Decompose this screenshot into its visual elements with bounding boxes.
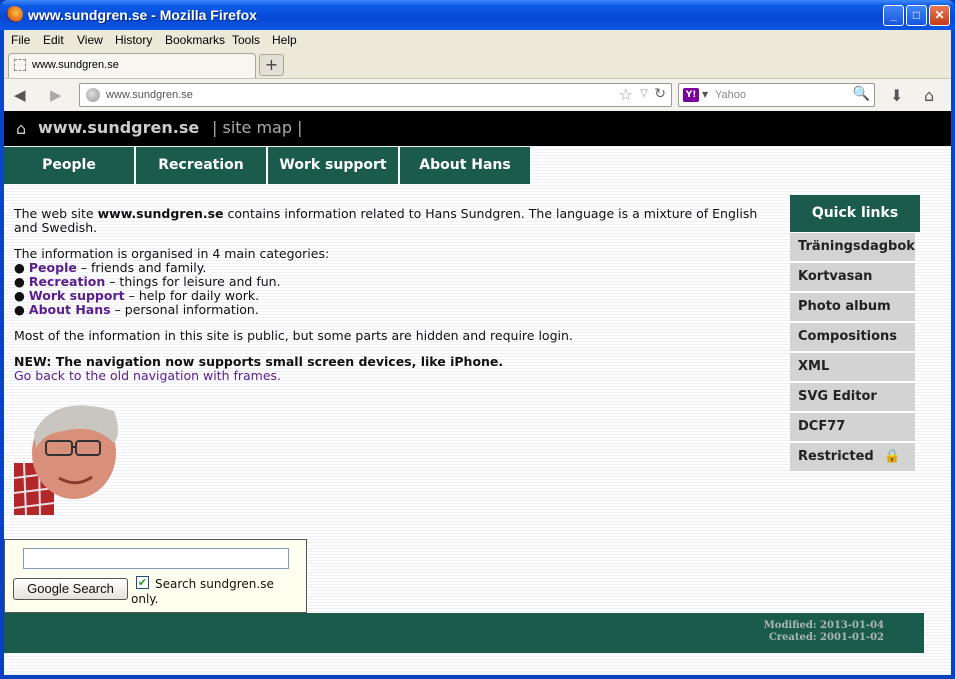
nav-people[interactable]: People [4, 147, 134, 184]
nav-about-hans[interactable]: About Hans [400, 147, 530, 184]
modified-date: Modified: 2013-01-04 [763, 620, 884, 631]
menu-tools[interactable]: Tools [232, 33, 260, 47]
history-dropdown-icon[interactable]: ▽ [640, 88, 648, 99]
footer-dates: Modified: 2013-01-04 Created: 2001-01-02 [764, 620, 884, 644]
menu-bookmarks[interactable]: Bookmarks [165, 33, 225, 47]
address-bar[interactable]: www.sundgren.se ☆ ▽ ↻ [79, 83, 672, 107]
category-item: ● Recreation – things for leisure and fu… [14, 274, 281, 289]
intro-text-pre: The web site [14, 206, 98, 221]
home-icon[interactable]: ⌂ [924, 86, 934, 105]
search-engine-bar[interactable]: Y! ▼ Yahoo 🔍 [678, 83, 875, 107]
news-block: NEW: The navigation now supports small s… [14, 355, 774, 383]
category-desc: – friends and family. [76, 260, 207, 275]
category-link-recreation[interactable]: Recreation [29, 274, 105, 289]
new-tab-button[interactable]: + [259, 54, 284, 76]
quick-links-heading: Quick links [790, 195, 920, 232]
address-url: www.sundgren.se [106, 89, 193, 101]
search-engine-placeholder: Yahoo [715, 89, 746, 101]
tab-sundgren[interactable]: www.sundgren.se [8, 53, 256, 78]
title-bar: www.sundgren.se - Mozilla Firefox _ □ ✕ [0, 0, 955, 30]
quick-link-svg-editor[interactable]: SVG Editor [790, 383, 915, 411]
back-arrow-icon[interactable]: ◀ [14, 86, 26, 104]
new-note: NEW: The navigation now supports small s… [14, 354, 504, 369]
menu-view[interactable]: View [77, 33, 103, 47]
site-home-icon[interactable]: ⌂ [16, 119, 26, 138]
tab-title: www.sundgren.se [32, 59, 119, 71]
quick-link-compositions[interactable]: Compositions [790, 323, 915, 351]
category-link-people[interactable]: People [29, 260, 77, 275]
window-title: www.sundgren.se - Mozilla Firefox [28, 7, 257, 23]
site-header: ⌂ www.sundgren.se | site map | [4, 111, 951, 146]
quick-link-photo-album[interactable]: Photo album [790, 293, 915, 321]
menu-history[interactable]: History [115, 33, 152, 47]
browser-chrome: File Edit View History Bookmarks Tools H… [4, 30, 951, 111]
quick-link-restricted[interactable]: Restricted 🔒 [790, 443, 915, 471]
category-desc: – things for leisure and fun. [105, 274, 281, 289]
menu-file[interactable]: File [11, 33, 30, 47]
menu-bar: File Edit View History Bookmarks Tools H… [4, 30, 951, 50]
reload-icon[interactable]: ↻ [654, 86, 666, 102]
lock-icon: 🔒 [884, 449, 901, 464]
page-favicon-icon [14, 59, 26, 71]
navigation-toolbar: ◀ ▶ www.sundgren.se ☆ ▽ ↻ Y! ▼ Yahoo 🔍 ⬇… [4, 78, 951, 111]
category-link-work-support[interactable]: Work support [29, 288, 125, 303]
categories-intro: The information is organised in 4 main c… [14, 246, 330, 261]
tab-strip: www.sundgren.se + [4, 50, 951, 78]
hans-portrait-photo [14, 405, 118, 515]
site-only-checkbox[interactable]: ✔ [136, 576, 149, 589]
bookmark-star-icon[interactable]: ☆ [619, 85, 633, 104]
quick-link-traningsdagbok[interactable]: Träningsdagbok [790, 233, 915, 261]
intro-paragraph: The web site www.sundgren.se contains in… [14, 207, 774, 235]
menu-edit[interactable]: Edit [43, 33, 64, 47]
yahoo-icon[interactable]: Y! [683, 88, 699, 102]
main-content: The web site www.sundgren.se contains in… [14, 207, 774, 395]
quick-link-xml[interactable]: XML [790, 353, 915, 381]
old-navigation-link[interactable]: Go back to the old navigation with frame… [14, 369, 774, 383]
category-item: ● Work support – help for daily work. [14, 288, 260, 303]
page-footer: Modified: 2013-01-04 Created: 2001-01-02 [4, 613, 924, 653]
categories-block: The information is organised in 4 main c… [14, 247, 774, 317]
close-button[interactable]: ✕ [929, 5, 950, 26]
site-brand[interactable]: www.sundgren.se [38, 118, 199, 137]
menu-help[interactable]: Help [272, 33, 297, 47]
search-magnifier-icon[interactable]: 🔍 [853, 86, 870, 102]
quick-link-kortvasan[interactable]: Kortvasan [790, 263, 915, 291]
browser-window: www.sundgren.se - Mozilla Firefox _ □ ✕ … [0, 0, 955, 679]
firefox-icon [6, 6, 23, 23]
quick-links-panel: Quick links Träningsdagbok Kortvasan Pho… [790, 195, 920, 473]
google-search-input[interactable] [23, 548, 289, 569]
maximize-button[interactable]: □ [906, 5, 927, 26]
intro-site-name: www.sundgren.se [97, 206, 224, 221]
nav-work-support[interactable]: Work support [268, 147, 398, 184]
site-only-label: Search sundgren.se only. [131, 577, 274, 606]
site-map-link[interactable]: | site map | [212, 118, 302, 137]
nav-recreation[interactable]: Recreation [136, 147, 266, 184]
category-desc: – help for daily work. [124, 288, 260, 303]
category-item: ● People – friends and family. [14, 260, 207, 275]
public-note: Most of the information in this site is … [14, 328, 573, 343]
created-date: Created: 2001-01-02 [768, 632, 884, 643]
google-search-button[interactable]: Google Search [13, 578, 128, 600]
category-desc: – personal information. [110, 302, 259, 317]
quick-link-restricted-label: Restricted [798, 449, 874, 464]
quick-link-dcf77[interactable]: DCF77 [790, 413, 915, 441]
google-search-box: Google Search Search sundgren.se only. ✔ [4, 539, 307, 613]
engine-dropdown-icon[interactable]: ▼ [702, 90, 708, 99]
forward-arrow-icon[interactable]: ▶ [50, 86, 62, 104]
category-link-about-hans[interactable]: About Hans [29, 302, 111, 317]
page-viewport: ⌂ www.sundgren.se | site map | People Re… [4, 111, 951, 675]
minimize-button[interactable]: _ [883, 5, 904, 26]
globe-icon [86, 88, 100, 102]
category-item: ● About Hans – personal information. [14, 302, 259, 317]
download-icon[interactable]: ⬇ [890, 86, 903, 105]
